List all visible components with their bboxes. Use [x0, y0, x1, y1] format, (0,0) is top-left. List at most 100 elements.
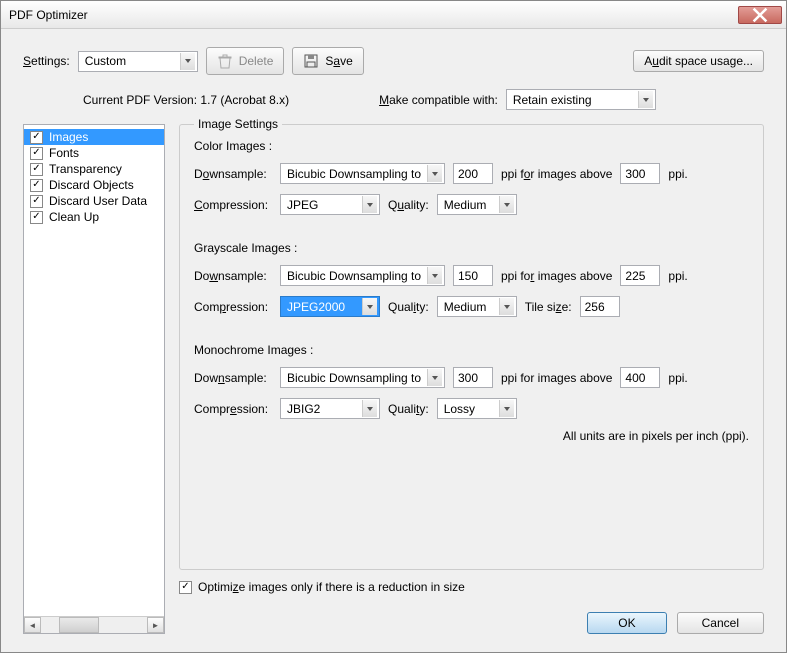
ppi-unit: ppi.: [668, 371, 687, 385]
category-items: Images Fonts Transparency Discard Object…: [24, 125, 164, 616]
downsample-label: Downsample:: [194, 167, 272, 181]
chevron-down-icon: [362, 400, 377, 417]
chevron-down-icon: [362, 298, 377, 315]
sidebar-item-label: Fonts: [49, 146, 79, 160]
mono-compression-dropdown[interactable]: JBIG2: [280, 398, 380, 419]
settings-label: Settings:: [23, 54, 70, 68]
section-title: Grayscale Images :: [194, 241, 749, 255]
compat-dropdown[interactable]: Retain existing: [506, 89, 656, 110]
chevron-down-icon: [362, 196, 377, 213]
color-above-input[interactable]: 300: [620, 163, 660, 184]
scroll-right-button[interactable]: ►: [147, 617, 164, 633]
cancel-button[interactable]: Cancel: [677, 612, 764, 634]
sidebar-item-label: Discard User Data: [49, 194, 147, 208]
checkbox[interactable]: [30, 163, 43, 176]
color-ppi-input[interactable]: 200: [453, 163, 493, 184]
compression-label: Compression:: [194, 198, 272, 212]
gray-tile-input[interactable]: 256: [580, 296, 620, 317]
monochrome-images-section: Monochrome Images : Downsample: Bicubic …: [194, 343, 749, 419]
gray-quality-dropdown[interactable]: Medium: [437, 296, 517, 317]
color-compression-dropdown[interactable]: JPEG: [280, 194, 380, 215]
horizontal-scrollbar[interactable]: ◄ ►: [24, 616, 164, 633]
section-title: Color Images :: [194, 139, 749, 153]
current-version: Current PDF Version: 1.7 (Acrobat 8.x): [83, 93, 289, 107]
tile-label: Tile size:: [525, 300, 572, 314]
trash-icon: [217, 53, 233, 69]
chevron-down-icon: [499, 298, 514, 315]
image-settings-panel: Image Settings Color Images : Downsample…: [179, 124, 764, 570]
chevron-down-icon: [427, 369, 442, 386]
color-quality-dropdown[interactable]: Medium: [437, 194, 517, 215]
mono-above-input[interactable]: 400: [620, 367, 660, 388]
settings-value: Custom: [85, 54, 176, 68]
mono-quality-dropdown[interactable]: Lossy: [437, 398, 517, 419]
compat-value: Retain existing: [513, 93, 634, 107]
checkbox[interactable]: [30, 211, 43, 224]
window-title: PDF Optimizer: [9, 8, 738, 22]
checkbox[interactable]: [30, 131, 43, 144]
chevron-down-icon: [427, 165, 442, 182]
grayscale-images-section: Grayscale Images : Downsample: Bicubic D…: [194, 241, 749, 317]
audit-button[interactable]: Audit space usage...: [633, 50, 764, 72]
above-label: ppi for images above: [501, 371, 612, 385]
checkbox[interactable]: [30, 179, 43, 192]
section-title: Monochrome Images :: [194, 343, 749, 357]
scroll-thumb[interactable]: [59, 617, 99, 633]
dialog-footer: OK Cancel: [179, 594, 764, 634]
sidebar-item-clean-up[interactable]: Clean Up: [24, 209, 164, 225]
mono-ppi-input[interactable]: 300: [453, 367, 493, 388]
checkbox[interactable]: [30, 147, 43, 160]
sidebar-item-label: Discard Objects: [49, 178, 134, 192]
compression-label: Compression:: [194, 402, 272, 416]
sidebar-item-discard-objects[interactable]: Discard Objects: [24, 177, 164, 193]
panel-title: Image Settings: [194, 117, 282, 131]
above-label: ppi for images above: [501, 269, 612, 283]
color-images-section: Color Images : Downsample: Bicubic Downs…: [194, 139, 749, 215]
gray-compression-dropdown[interactable]: JPEG2000: [280, 296, 380, 317]
chevron-down-icon: [499, 196, 514, 213]
save-icon: [303, 53, 319, 69]
main-area: Images Fonts Transparency Discard Object…: [23, 124, 764, 634]
units-note: All units are in pixels per inch (ppi).: [194, 429, 749, 443]
sidebar-item-fonts[interactable]: Fonts: [24, 145, 164, 161]
sidebar-item-label: Images: [49, 130, 88, 144]
optimize-label: Optimize images only if there is a reduc…: [198, 580, 465, 594]
sidebar-item-images[interactable]: Images: [24, 129, 164, 145]
version-row: Current PDF Version: 1.7 (Acrobat 8.x) M…: [23, 89, 764, 110]
mono-downsample-dropdown[interactable]: Bicubic Downsampling to: [280, 367, 445, 388]
save-label: Save: [325, 54, 352, 68]
chevron-down-icon: [180, 53, 195, 70]
sidebar-item-label: Transparency: [49, 162, 122, 176]
checkbox[interactable]: [30, 195, 43, 208]
optimize-option-row: Optimize images only if there is a reduc…: [179, 580, 764, 594]
toolbar: Settings: Custom Delete Save Audit space…: [23, 47, 764, 75]
optimize-checkbox[interactable]: [179, 581, 192, 594]
settings-dropdown[interactable]: Custom: [78, 51, 198, 72]
sidebar-item-transparency[interactable]: Transparency: [24, 161, 164, 177]
scroll-left-button[interactable]: ◄: [24, 617, 41, 633]
color-downsample-dropdown[interactable]: Bicubic Downsampling to: [280, 163, 445, 184]
sidebar-item-discard-user-data[interactable]: Discard User Data: [24, 193, 164, 209]
close-button[interactable]: [738, 6, 782, 24]
content-area: Settings: Custom Delete Save Audit space…: [1, 29, 786, 652]
quality-label: Quality:: [388, 300, 429, 314]
downsample-label: Downsample:: [194, 269, 272, 283]
quality-label: Quality:: [388, 198, 429, 212]
above-label: ppi for images above: [501, 167, 612, 181]
delete-button[interactable]: Delete: [206, 47, 285, 75]
ok-button[interactable]: OK: [587, 612, 666, 634]
audit-label: Audit space usage...: [644, 54, 753, 68]
chevron-down-icon: [499, 400, 514, 417]
close-icon: [752, 7, 768, 23]
compression-label: Compression:: [194, 300, 272, 314]
save-button[interactable]: Save: [292, 47, 363, 75]
ppi-unit: ppi.: [668, 269, 687, 283]
pdf-optimizer-window: PDF Optimizer Settings: Custom Delete Sa…: [0, 0, 787, 653]
gray-downsample-dropdown[interactable]: Bicubic Downsampling to: [280, 265, 445, 286]
delete-label: Delete: [239, 54, 274, 68]
gray-ppi-input[interactable]: 150: [453, 265, 493, 286]
chevron-down-icon: [427, 267, 442, 284]
titlebar: PDF Optimizer: [1, 1, 786, 29]
gray-above-input[interactable]: 225: [620, 265, 660, 286]
category-list: Images Fonts Transparency Discard Object…: [23, 124, 165, 634]
